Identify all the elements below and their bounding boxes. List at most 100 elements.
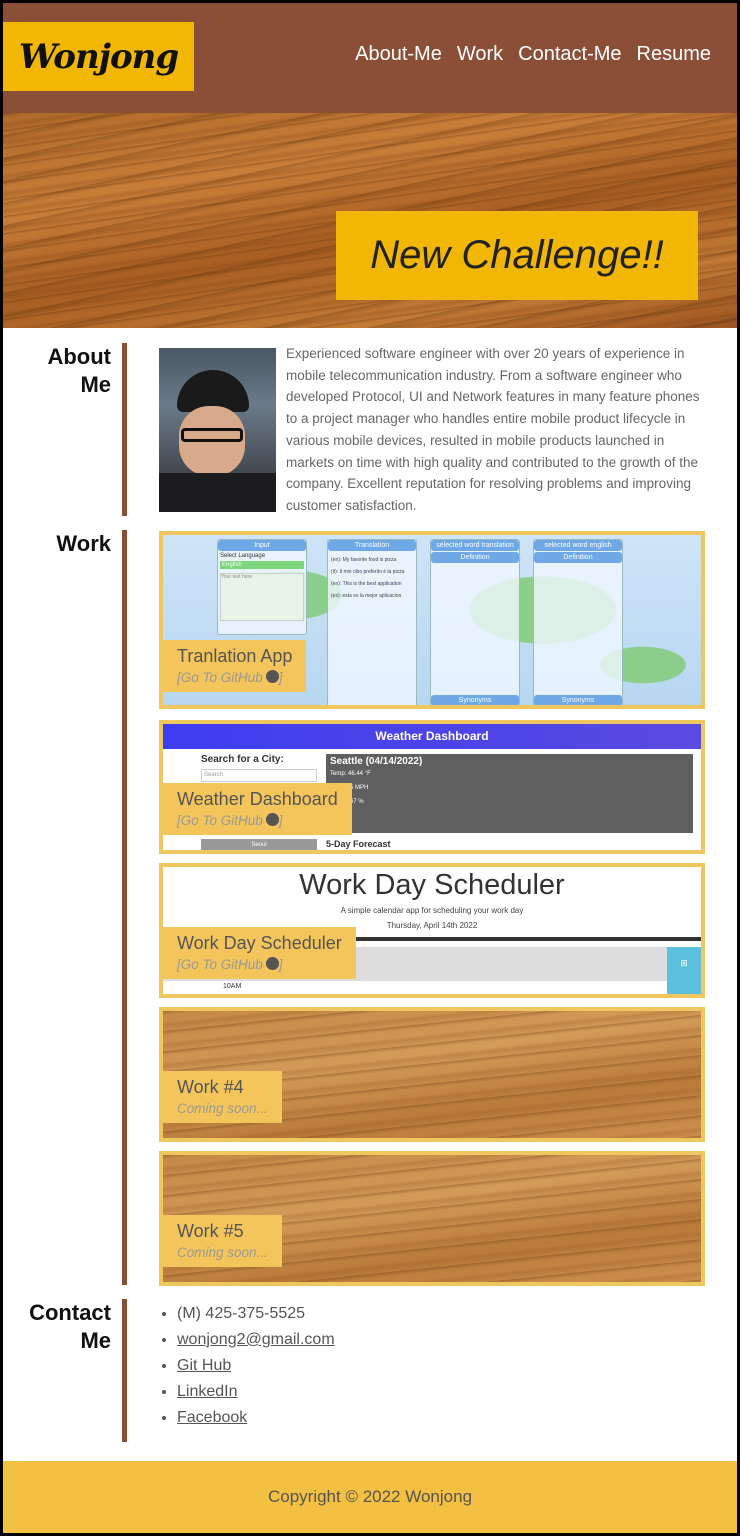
github-link-end: ] [278,813,283,828]
github-link-end: ] [278,957,283,972]
work-divider-bar [122,530,127,1285]
translation-def-panel-1: selected word translation Definition Syn… [430,539,520,705]
hero-wood-banner: New Challenge!! [3,113,737,328]
work-card-label: Weather Dashboard [Go To GitHub] [163,783,352,835]
weather-history-button: Seoul [201,839,317,850]
shirt-shape [159,473,276,512]
translation-output-panel: Translation (en): My favorite food is pi… [327,539,417,705]
work-card-subtitle: Coming soon... [177,1245,268,1260]
nav-resume[interactable]: Resume [637,43,711,66]
weather-current-panel: Seattle (04/14/2022) Temp: 46.44 °F 5 MP… [326,754,693,833]
col-header: Translation [328,540,416,551]
contact-item: LinkedIn [177,1379,335,1405]
work-card-title: Weather Dashboard [177,789,338,809]
logo-text: Wonjong [18,36,179,77]
col-subheader: Definition [534,552,622,563]
hero-tagline-box: New Challenge!! [336,211,698,300]
github-link-end: ] [278,670,283,685]
work-card-scheduler[interactable]: Work Day Scheduler A simple calendar app… [159,863,705,998]
work-card-title: Work #5 [177,1221,244,1241]
work-card-title: Work #4 [177,1077,244,1097]
github-profile-link[interactable]: Git Hub [177,1357,231,1374]
main-nav: About-Me Work Contact-Me Resume [355,43,711,66]
nav-work[interactable]: Work [457,43,503,66]
weather-search-input: Search [201,769,317,782]
github-icon [265,670,279,683]
about-description: Experienced software engineer with over … [286,346,700,513]
page-frame: Wonjong About-Me Work Contact-Me Resume … [3,3,737,1533]
email-link[interactable]: wonjong2@gmail.com [177,1331,335,1348]
col-footer: Synonyms [431,695,519,705]
site-header: Wonjong About-Me Work Contact-Me Resume [3,3,737,113]
work-heading: Work [56,530,111,558]
col-header: Input [218,540,306,551]
scheduler-hour-label: 10AM [219,981,246,992]
col-header: selected word translation [431,540,519,551]
github-link-text: [Go To GitHub [177,670,263,685]
input-box: Your text here [220,573,304,621]
weather-wind: 5 MPH [350,785,369,791]
work-heading-text: Work [56,531,111,556]
work-card-translation[interactable]: Input Select Language English Your text … [159,531,705,709]
about-divider-bar [122,343,127,516]
contact-phone: (M) 425-375-5525 [177,1301,335,1327]
select-label: Select Language [220,553,266,559]
translation-line: (es): esta es la mejor aplicacion [331,593,402,599]
weather-forecast-heading: 5-Day Forecast [326,839,391,849]
github-link-text: [Go To GitHub [177,813,263,828]
site-footer: Copyright © 2022 Wonjong [3,1461,737,1533]
work-card-weather[interactable]: Weather Dashboard Search for a City: Sea… [159,720,705,854]
weather-humidity: 67 % [350,799,364,805]
about-heading-line1: About [47,344,111,369]
contact-item: wonjong2@gmail.com [177,1327,335,1353]
translation-line: (en): This is the best application [331,581,402,587]
weather-title-bar: Weather Dashboard [163,724,701,749]
scheduler-title: Work Day Scheduler [299,869,565,901]
translation-input-panel: Input Select Language English Your text … [217,539,307,635]
select-value: English [220,561,304,569]
work-card-title: Tranlation App [177,646,293,666]
copyright-text: Copyright © 2022 Wonjong [267,1487,473,1506]
github-link-text: [Go To GitHub [177,957,263,972]
work-card-label: Work #4 Coming soon... [163,1071,282,1123]
contact-heading-line2: Me [80,1328,111,1353]
work-card-label: Work Day Scheduler [Go To GitHub] [163,927,356,979]
translation-def-panel-2: selected word english Definition Synonym… [533,539,623,705]
nav-about-me[interactable]: About-Me [355,43,442,66]
github-link[interactable]: [Go To GitHub] [177,813,338,828]
col-footer: Synonyms [534,695,622,705]
contact-item: Git Hub [177,1353,335,1379]
contact-heading-line1: Contact [29,1300,111,1325]
nav-contact-me[interactable]: Contact-Me [518,43,621,66]
hero-tagline: New Challenge!! [370,233,664,277]
contact-list: (M) 425-375-5525 wonjong2@gmail.com Git … [177,1301,335,1431]
github-icon [265,813,279,826]
col-subheader: Definition [431,552,519,563]
work-card-4[interactable]: Work #4 Coming soon... [159,1007,705,1142]
github-link[interactable]: [Go To GitHub] [177,670,292,685]
weather-search-label: Search for a City: [201,754,284,765]
contact-item: Facebook [177,1405,335,1431]
translation-lines: (en): My favorite food is pizza (it): Il… [328,551,416,605]
github-link[interactable]: [Go To GitHub] [177,957,342,972]
about-heading: About Me [47,343,111,399]
linkedin-link[interactable]: LinkedIn [177,1383,238,1400]
about-heading-line2: Me [80,372,111,397]
facebook-link[interactable]: Facebook [177,1409,247,1426]
profile-photo [159,348,276,512]
translation-line: (it): Il mio cibo preferito è la pizza [331,569,405,575]
site-logo[interactable]: Wonjong [3,22,194,91]
weather-city: Seattle (04/14/2022) [330,756,423,767]
weather-temp: Temp: 46.44 °F [330,771,371,777]
scheduler-subtitle: A simple calendar app for scheduling you… [340,906,524,915]
work-card-5[interactable]: Work #5 Coming soon... [159,1151,705,1286]
col-header: selected word english [534,540,622,551]
work-card-label: Tranlation App [Go To GitHub] [163,640,307,692]
github-icon [265,957,279,970]
glasses-shape [181,428,243,442]
work-card-label: Work #5 Coming soon... [163,1215,282,1267]
work-card-subtitle: Coming soon... [177,1101,268,1116]
work-card-title: Work Day Scheduler [177,933,342,953]
contact-divider-bar [122,1299,127,1442]
contact-heading: Contact Me [29,1299,111,1355]
